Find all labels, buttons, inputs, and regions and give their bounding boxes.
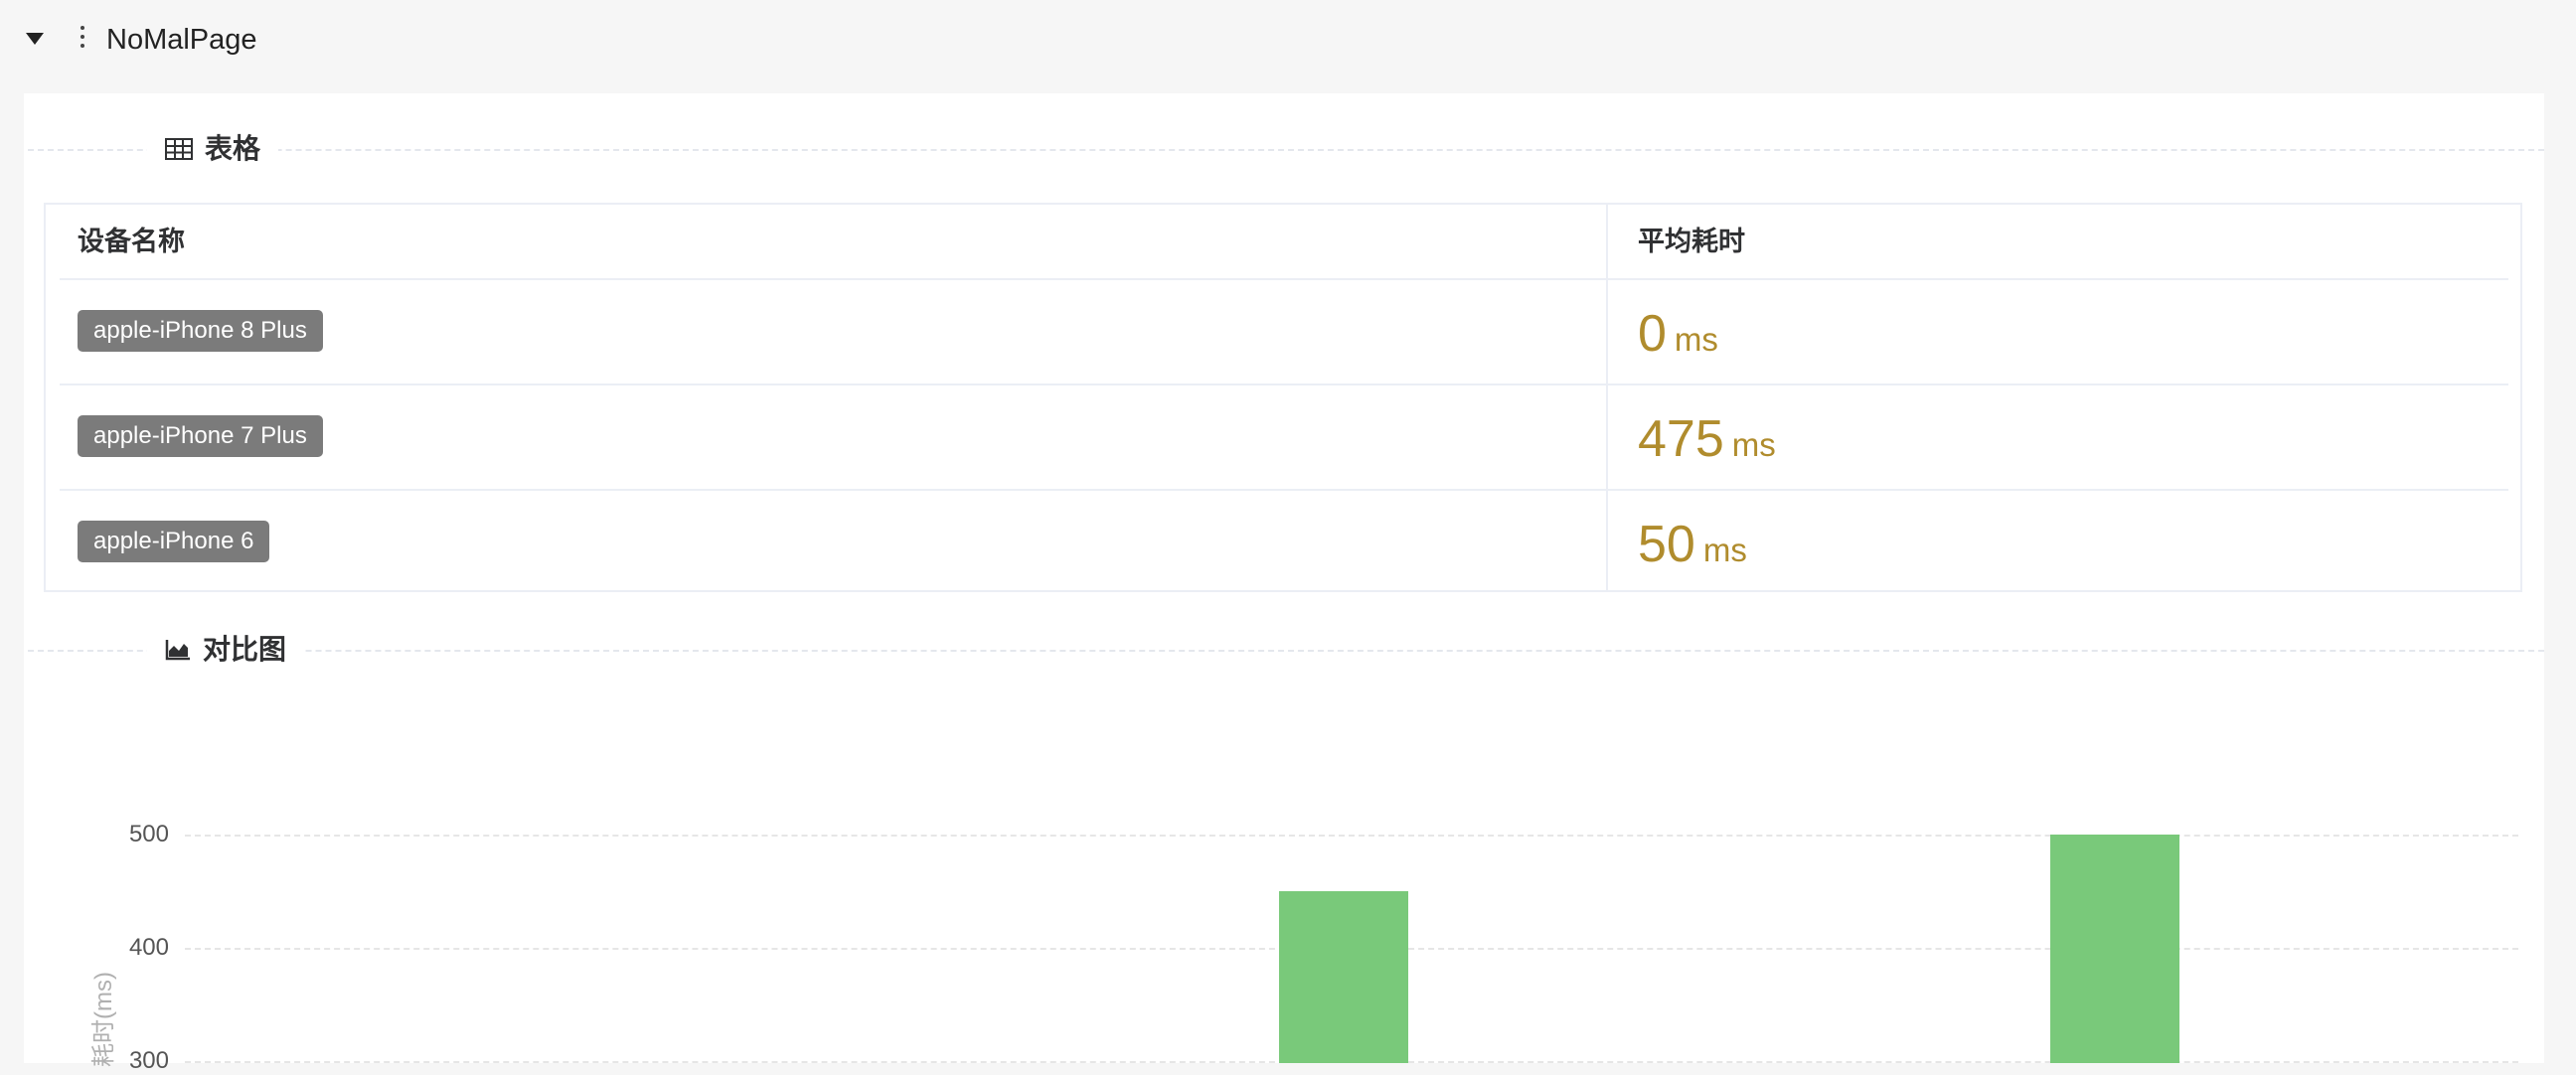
table-row: apple-iPhone 6 50 ms (60, 491, 2508, 596)
device-table: 设备名称 平均耗时 apple-iPhone 8 Plus 0 ms apple-… (44, 203, 2522, 592)
column-header-avg-time: 平均耗时 (1638, 227, 1745, 256)
column-header-device: 设备名称 (78, 227, 185, 256)
chart-section-header: 对比图 (147, 632, 305, 668)
table-row: apple-iPhone 7 Plus 475 ms (60, 385, 2508, 491)
device-tag: apple-iPhone 6 (78, 521, 270, 562)
table-section-header: 表格 (147, 131, 279, 167)
table-icon (165, 138, 193, 160)
content-panel: 表格 设备名称 平均耗时 apple-iPhone 8 Plus 0 ms app… (24, 93, 2544, 1074)
comparison-bar-chart: 耗时(ms) 500 400 300 (24, 709, 2544, 1074)
y-tick-label: 300 (128, 1047, 169, 1074)
page-title: NoMalPage (106, 24, 257, 56)
avg-time-value: 0 ms (1638, 298, 1718, 370)
table-section-title: 表格 (205, 133, 261, 164)
table-header-row: 设备名称 平均耗时 (60, 205, 2508, 280)
avg-time-number: 475 (1638, 410, 1724, 468)
section-divider (28, 650, 2544, 652)
avg-time-number: 50 (1638, 516, 1695, 573)
vertical-dots-icon[interactable] (80, 26, 85, 54)
y-tick-label: 500 (128, 821, 169, 847)
y-tick-label: 400 (128, 934, 169, 961)
caret-down-icon[interactable] (26, 33, 44, 45)
chart-section-title: 对比图 (203, 634, 287, 665)
table-row: apple-iPhone 8 Plus 0 ms (60, 280, 2508, 385)
chart-bar[interactable] (2050, 835, 2179, 1063)
avg-time-unit: ms (1702, 532, 1747, 568)
avg-time-number: 0 (1638, 305, 1667, 363)
avg-time-value: 50 ms (1638, 509, 1747, 580)
area-chart-icon (165, 640, 190, 661)
avg-time-unit: ms (1674, 321, 1718, 358)
device-tag: apple-iPhone 8 Plus (78, 310, 323, 352)
avg-time-value: 475 ms (1638, 403, 1776, 475)
page-header: NoMalPage (0, 0, 2576, 79)
section-divider (28, 149, 2544, 151)
device-tag: apple-iPhone 7 Plus (78, 415, 323, 457)
chart-bar[interactable] (1279, 891, 1408, 1063)
avg-time-unit: ms (1731, 426, 1776, 463)
